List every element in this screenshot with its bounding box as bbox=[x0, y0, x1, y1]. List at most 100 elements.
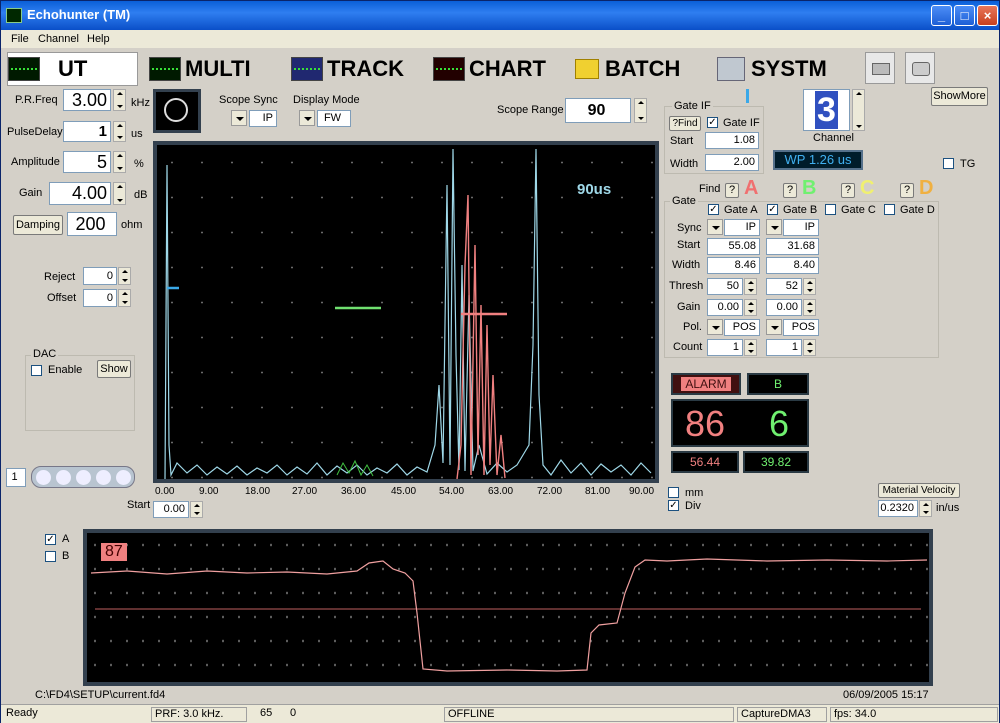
prf-spinner[interactable] bbox=[113, 89, 126, 111]
start-field[interactable]: 0.00 bbox=[153, 501, 189, 518]
gate-if-start-field[interactable]: 1.08 bbox=[705, 132, 759, 149]
tab-track[interactable]: TRACK bbox=[291, 52, 404, 86]
gate-b-pol[interactable]: POS bbox=[783, 319, 819, 336]
gate-a-find-button[interactable]: ? bbox=[725, 183, 739, 198]
stop-icon[interactable] bbox=[116, 470, 131, 485]
gate-if-checkbox[interactable]: ✓ bbox=[707, 117, 718, 128]
gate-row-label: Start bbox=[677, 239, 701, 251]
gate-b-count[interactable]: 1 bbox=[766, 339, 802, 356]
strip-chart[interactable]: 87 bbox=[83, 529, 933, 686]
mm-checkbox[interactable] bbox=[668, 487, 679, 498]
amplitude-field[interactable]: 5 bbox=[63, 151, 111, 173]
tg-checkbox[interactable] bbox=[943, 158, 954, 169]
amplitude-spinner[interactable] bbox=[113, 151, 126, 173]
gate-b-count-spinner[interactable] bbox=[803, 339, 816, 356]
tab-batch[interactable]: BATCH bbox=[575, 52, 680, 86]
gate-d-checkbox[interactable] bbox=[884, 204, 895, 215]
amplitude-readout: 86 6 bbox=[671, 399, 809, 447]
gate-b-thresh-spinner[interactable] bbox=[803, 278, 816, 295]
rewind-icon[interactable] bbox=[36, 470, 51, 485]
gate-b-sync-dropdown[interactable] bbox=[766, 219, 782, 235]
dac-enable-checkbox[interactable] bbox=[31, 365, 42, 376]
gate-a-gain[interactable]: 0.00 bbox=[707, 299, 743, 316]
gate-if-find-button[interactable]: ?Find bbox=[669, 116, 701, 131]
mm-label: mm bbox=[685, 487, 704, 499]
gate-a-sync-dropdown[interactable] bbox=[707, 219, 723, 235]
maximize-button[interactable]: □ bbox=[954, 5, 975, 26]
gain-field[interactable]: 4.00 bbox=[49, 182, 111, 205]
strip-b-checkbox[interactable] bbox=[45, 551, 56, 562]
gate-b-find-button[interactable]: ? bbox=[783, 183, 797, 198]
gate-a-checkbox[interactable]: ✓ bbox=[708, 204, 719, 215]
gate-a-pol[interactable]: POS bbox=[724, 319, 760, 336]
menu-help[interactable]: Help bbox=[87, 33, 110, 45]
channel-spinner[interactable] bbox=[852, 89, 865, 131]
channel-field[interactable]: 3 bbox=[803, 89, 850, 131]
gate-c-checkbox[interactable] bbox=[825, 204, 836, 215]
scope-sync-dropdown[interactable] bbox=[231, 110, 247, 126]
tab-multi[interactable]: MULTI bbox=[149, 52, 251, 86]
scope-range-field[interactable]: 90 bbox=[565, 98, 631, 123]
print-button[interactable] bbox=[865, 52, 895, 84]
minimize-button[interactable]: _ bbox=[931, 5, 952, 26]
damping-button[interactable]: Damping bbox=[13, 215, 63, 235]
tab-chart[interactable]: CHART bbox=[433, 52, 546, 86]
gate-a-pol-dropdown[interactable] bbox=[707, 319, 723, 335]
play-icon[interactable] bbox=[56, 470, 71, 485]
gate-a-gain-spinner[interactable] bbox=[744, 299, 757, 316]
gate-c-find-button[interactable]: ? bbox=[841, 183, 855, 198]
forward-icon[interactable] bbox=[76, 470, 91, 485]
scope-range-spinner[interactable] bbox=[634, 98, 647, 123]
display-mode-value[interactable]: FW bbox=[317, 110, 351, 127]
gate-a-count-spinner[interactable] bbox=[744, 339, 757, 356]
gate-a-sync[interactable]: IP bbox=[724, 219, 760, 236]
reject-field[interactable]: 0 bbox=[83, 267, 117, 285]
delay-spinner[interactable] bbox=[113, 121, 126, 142]
channel-page-field[interactable]: 1 bbox=[6, 468, 26, 487]
gate-b-checkbox[interactable]: ✓ bbox=[767, 204, 778, 215]
reject-spinner[interactable] bbox=[118, 267, 131, 285]
tab-ut[interactable]: UT bbox=[7, 52, 138, 86]
scope-dial[interactable] bbox=[153, 89, 201, 133]
gate-a-thresh-spinner[interactable] bbox=[744, 278, 757, 295]
prf-field[interactable]: 3.00 bbox=[63, 89, 111, 111]
dac-show-button[interactable]: Show bbox=[97, 360, 131, 378]
material-velocity-button[interactable]: Material Velocity bbox=[878, 483, 960, 498]
gate-a-width[interactable]: 8.46 bbox=[707, 257, 760, 274]
start-spinner[interactable] bbox=[190, 501, 203, 518]
strip-a-checkbox[interactable]: ✓ bbox=[45, 534, 56, 545]
gate-b-width[interactable]: 8.40 bbox=[766, 257, 819, 274]
offset-spinner[interactable] bbox=[118, 289, 131, 307]
offset-field[interactable]: 0 bbox=[83, 289, 117, 307]
close-button[interactable]: × bbox=[977, 5, 998, 26]
delay-field[interactable]: 1 bbox=[63, 121, 111, 142]
menu-channel[interactable]: Channel bbox=[38, 33, 79, 45]
gate-b-gain-spinner[interactable] bbox=[803, 299, 816, 316]
gate-b-sync[interactable]: IP bbox=[783, 219, 819, 236]
velocity-field[interactable]: 0.2320 bbox=[878, 500, 918, 517]
gate-a-start[interactable]: 55.08 bbox=[707, 238, 760, 255]
gain-spinner[interactable] bbox=[113, 182, 126, 205]
gate-d-find-button[interactable]: ? bbox=[900, 183, 914, 198]
damping-field[interactable]: 200 bbox=[67, 212, 117, 236]
pause-icon[interactable] bbox=[96, 470, 111, 485]
gate-b-pol-dropdown[interactable] bbox=[766, 319, 782, 335]
menu-file[interactable]: File bbox=[11, 33, 29, 45]
velocity-spinner[interactable] bbox=[919, 500, 932, 517]
scope-sync-value[interactable]: IP bbox=[249, 110, 277, 127]
tab-systm[interactable]: SYSTM bbox=[717, 52, 827, 86]
gate-b-gain[interactable]: 0.00 bbox=[766, 299, 802, 316]
gate-if-check-label: Gate IF bbox=[723, 117, 760, 129]
ascan-display[interactable]: 90us bbox=[153, 141, 659, 483]
showmore-button[interactable]: ShowMore bbox=[931, 87, 988, 106]
div-checkbox[interactable]: ✓ bbox=[668, 500, 679, 511]
camera-button[interactable] bbox=[905, 52, 935, 84]
gate-b-check-label: Gate B bbox=[783, 204, 818, 216]
camera-icon bbox=[912, 62, 930, 76]
gate-if-width-field[interactable]: 2.00 bbox=[705, 154, 759, 171]
gate-b-start[interactable]: 31.68 bbox=[766, 238, 819, 255]
gate-b-thresh[interactable]: 52 bbox=[766, 278, 802, 295]
display-mode-dropdown[interactable] bbox=[299, 110, 315, 126]
gate-a-thresh[interactable]: 50 bbox=[707, 278, 743, 295]
gate-a-count[interactable]: 1 bbox=[707, 339, 743, 356]
